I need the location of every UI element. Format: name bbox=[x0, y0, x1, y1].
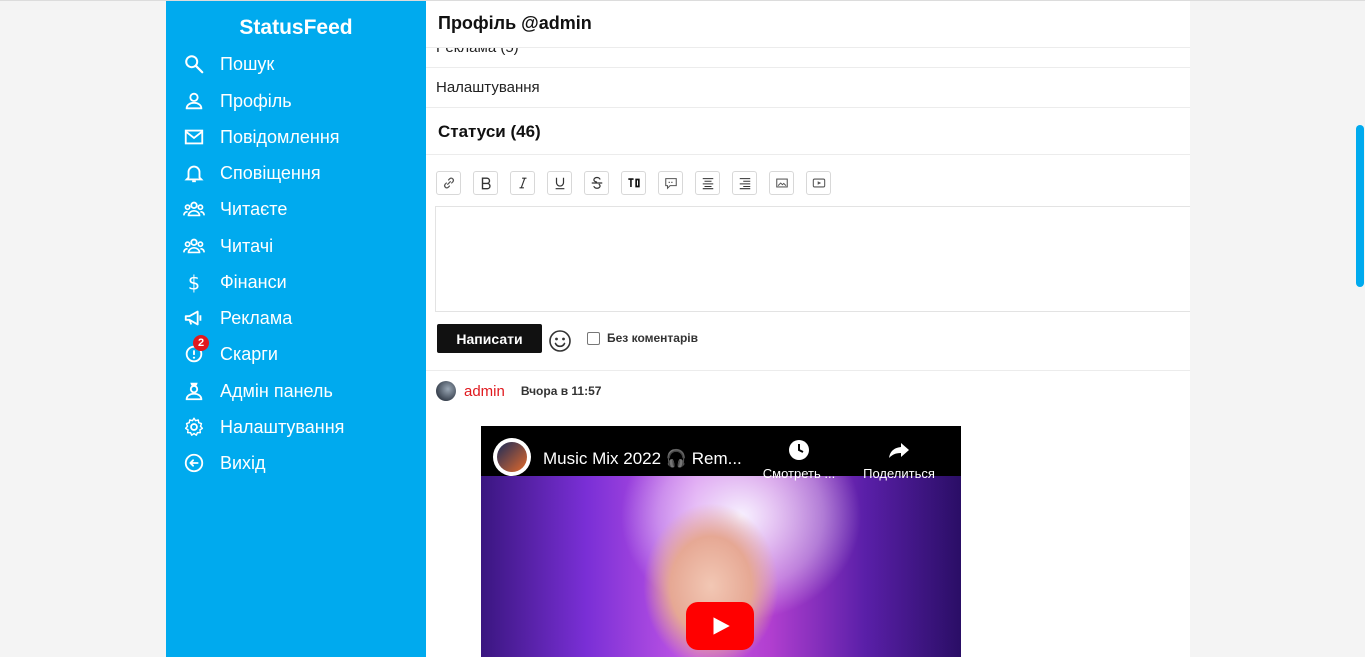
post-meta: admin Вчора в 11:57 bbox=[436, 381, 601, 401]
sidebar-item-label: Читаєте bbox=[220, 198, 288, 219]
sidebar-item-settings[interactable]: Налаштування bbox=[182, 412, 344, 442]
text-format-icon bbox=[627, 178, 640, 188]
italic-icon bbox=[519, 177, 526, 189]
sidebar: StatusFeed Пошук Профіль Повідомлення Сп… bbox=[166, 1, 426, 657]
emoji-button[interactable] bbox=[548, 329, 572, 353]
underline-button[interactable] bbox=[547, 171, 572, 195]
sidebar-item-label: Повідомлення bbox=[220, 126, 340, 147]
share-icon bbox=[889, 443, 909, 458]
page-title: Профіль @admin bbox=[438, 13, 592, 33]
sidebar-item-admin-panel[interactable]: Адмін панель bbox=[182, 376, 333, 406]
no-comments-option[interactable]: Без коментарів bbox=[587, 331, 698, 345]
sidebar-item-profile[interactable]: Профіль bbox=[182, 86, 292, 116]
sidebar-item-ads[interactable]: Реклама bbox=[182, 303, 292, 333]
sidebar-item-label: Налаштування bbox=[220, 416, 345, 437]
emoji-icon bbox=[549, 330, 571, 352]
status-editor[interactable] bbox=[435, 206, 1190, 312]
admin-icon bbox=[182, 379, 206, 403]
sidebar-item-label: Профіль bbox=[220, 90, 292, 111]
watch-later-label: Смотреть ... bbox=[762, 466, 836, 481]
user-icon bbox=[182, 89, 206, 113]
strikethrough-button[interactable] bbox=[584, 171, 609, 195]
group-icon bbox=[182, 197, 206, 221]
complaints-badge: 2 bbox=[193, 335, 209, 351]
share-label: Поделиться bbox=[863, 466, 935, 481]
mail-icon bbox=[182, 125, 206, 149]
align-right-icon bbox=[739, 178, 750, 190]
sidebar-item-logout[interactable]: Вихід bbox=[182, 448, 266, 478]
image-icon bbox=[775, 178, 788, 188]
align-right-button[interactable] bbox=[732, 171, 757, 195]
align-center-icon bbox=[702, 178, 713, 190]
write-button[interactable]: Написати bbox=[437, 324, 542, 353]
play-icon bbox=[713, 617, 730, 635]
no-comments-checkbox[interactable] bbox=[587, 331, 600, 345]
sidebar-item-finance[interactable]: $ Фінанси bbox=[182, 267, 287, 297]
share-button[interactable]: Поделиться bbox=[854, 438, 944, 481]
dollar-icon: $ bbox=[182, 270, 206, 294]
align-center-button[interactable] bbox=[695, 171, 720, 195]
sidebar-item-complaints[interactable]: 2 Скарги bbox=[182, 335, 278, 369]
editor-toolbar bbox=[436, 171, 843, 195]
image-button[interactable] bbox=[769, 171, 794, 195]
sidebar-item-label: Вихід bbox=[220, 452, 266, 473]
underline-icon bbox=[555, 177, 564, 190]
avatar[interactable] bbox=[436, 381, 456, 401]
channel-avatar[interactable] bbox=[493, 438, 531, 476]
strikethrough-icon bbox=[591, 176, 602, 189]
profile-menu-label: Налаштування bbox=[436, 79, 540, 96]
divider bbox=[426, 370, 1190, 371]
statuses-title: Статуси (46) bbox=[438, 122, 541, 141]
watch-later-button[interactable]: Смотреть ... bbox=[754, 438, 844, 481]
bold-button[interactable] bbox=[473, 171, 498, 195]
sidebar-item-label: Реклама bbox=[220, 307, 293, 328]
sidebar-item-search[interactable]: Пошук bbox=[182, 49, 274, 79]
sidebar-item-notifications[interactable]: Сповіщення bbox=[182, 158, 321, 188]
video-embed[interactable]: Music Mix 2022 🎧 Rem... Смотреть ... Под… bbox=[481, 426, 961, 657]
search-icon bbox=[182, 52, 206, 76]
sidebar-item-label: Фінанси bbox=[220, 271, 287, 292]
sidebar-item-messages[interactable]: Повідомлення bbox=[182, 122, 340, 152]
play-button[interactable] bbox=[686, 602, 754, 650]
video-title[interactable]: Music Mix 2022 🎧 Rem... bbox=[543, 449, 742, 469]
sidebar-item-label: Сповіщення bbox=[220, 162, 321, 183]
clock-icon bbox=[789, 440, 809, 460]
page-header: Профіль @admin bbox=[426, 1, 1190, 48]
link-button[interactable] bbox=[436, 171, 461, 195]
complaint-icon: 2 bbox=[182, 335, 209, 366]
main-content: Профіль @admin Реклама (5) Налаштування … bbox=[426, 1, 1190, 657]
quote-button[interactable] bbox=[658, 171, 683, 195]
gear-icon bbox=[182, 415, 206, 439]
text-format-button[interactable] bbox=[621, 171, 646, 195]
video-button[interactable] bbox=[806, 171, 831, 195]
scrollbar-thumb[interactable] bbox=[1356, 125, 1364, 287]
divider bbox=[426, 154, 1190, 155]
bold-icon bbox=[481, 177, 491, 190]
bell-icon bbox=[182, 161, 206, 185]
no-comments-label: Без коментарів bbox=[607, 331, 699, 345]
sidebar-item-label: Читачі bbox=[220, 235, 274, 256]
sidebar-item-label: Пошук bbox=[220, 53, 275, 74]
brand-logo[interactable]: StatusFeed bbox=[166, 16, 426, 40]
group-icon bbox=[182, 234, 206, 258]
megaphone-icon bbox=[182, 306, 206, 330]
sidebar-item-label: Скарги bbox=[220, 343, 278, 364]
video-icon bbox=[812, 178, 825, 188]
post-author-link[interactable]: admin bbox=[464, 383, 505, 400]
logout-icon bbox=[182, 451, 206, 475]
link-icon bbox=[443, 177, 454, 189]
right-gutter bbox=[1190, 1, 1365, 657]
svg-text:$: $ bbox=[188, 271, 200, 293]
sidebar-item-following[interactable]: Читаєте bbox=[182, 194, 287, 224]
italic-button[interactable] bbox=[510, 171, 535, 195]
sidebar-item-label: Адмін панель bbox=[220, 380, 333, 401]
post-time[interactable]: Вчора в 11:57 bbox=[521, 384, 602, 398]
video-header: Music Mix 2022 🎧 Rem... Смотреть ... Под… bbox=[481, 426, 961, 481]
sidebar-item-followers[interactable]: Читачі bbox=[182, 231, 273, 261]
quote-icon bbox=[664, 178, 677, 190]
profile-menu-settings[interactable]: Налаштування bbox=[426, 67, 1190, 108]
